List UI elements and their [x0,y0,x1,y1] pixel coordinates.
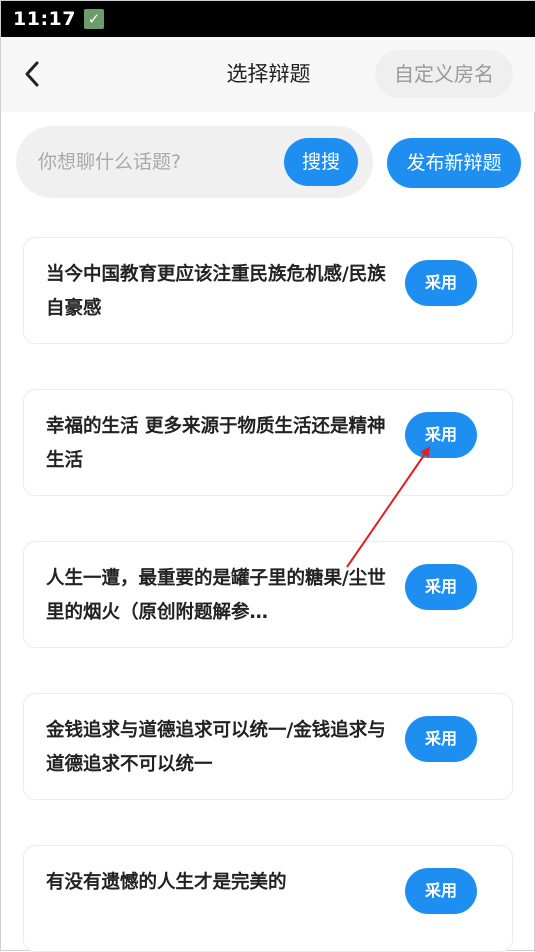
publish-new-topic-button[interactable]: 发布新辩题 [387,138,521,188]
topic-text: 有没有遗憾的人生才是完美的 [46,872,287,893]
topic-card: 当今中国教育更应该注重民族危机感/民族自豪感 采用 [23,237,513,344]
check-icon: ✓ [83,9,104,29]
topic-text: 幸福的生活 更多来源于物质生活还是精神生活 [46,416,386,471]
topic-text: 金钱追求与道德追求可以统一/金钱追求与道德追求不可以统一 [46,720,386,775]
status-bar: 11:17 ✓ [1,1,535,37]
topic-text: 当今中国教育更应该注重民族危机感/民族自豪感 [46,264,386,319]
search-box: 搜搜 [16,126,373,198]
topic-card: 有没有遗憾的人生才是完美的 采用 [23,845,513,952]
status-time: 11:17 [13,8,76,30]
adopt-button[interactable]: 采用 [405,716,477,762]
custom-room-name-button[interactable]: 自定义房名 [375,50,513,98]
adopt-button[interactable]: 采用 [405,564,477,610]
adopt-button[interactable]: 采用 [405,868,477,914]
topic-card: 金钱追求与道德追求可以统一/金钱追求与道德追求不可以统一 采用 [23,693,513,800]
adopt-button[interactable]: 采用 [405,412,477,458]
adopt-button[interactable]: 采用 [405,260,477,306]
header: 选择辩题 自定义房名 [1,37,535,112]
topic-card: 幸福的生活 更多来源于物质生活还是精神生活 采用 [23,389,513,496]
topic-card: 人生一遭，最重要的是罐子里的糖果/尘世里的烟火（原创附题解参… 采用 [23,541,513,648]
search-input[interactable] [38,126,288,198]
search-button[interactable]: 搜搜 [284,138,358,186]
topic-text: 人生一遭，最重要的是罐子里的糖果/尘世里的烟火（原创附题解参… [46,568,386,623]
